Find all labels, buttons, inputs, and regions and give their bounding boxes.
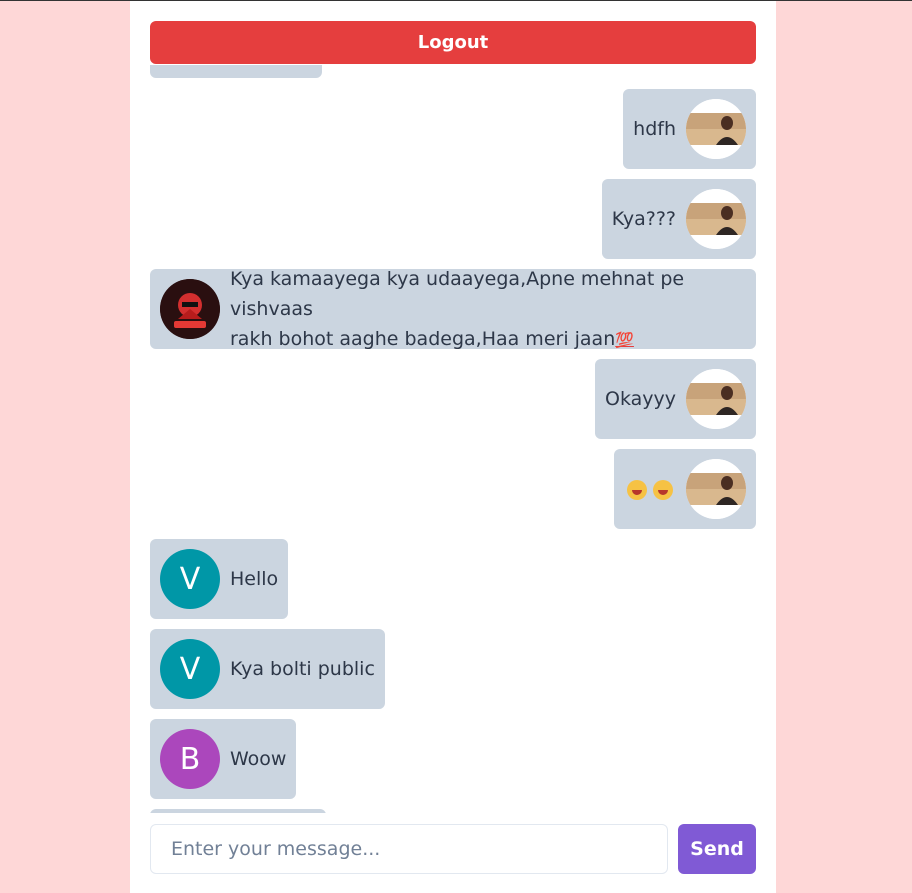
send-button[interactable]: Send (678, 824, 756, 874)
laughing-tears-emoji-icon (653, 479, 673, 500)
letter-avatar: B (160, 729, 220, 789)
chat-panel: Logout hdfh Kya??? Kya kamaayega kya uda… (130, 1, 776, 893)
user-avatar (686, 99, 746, 159)
message-text: Woow (230, 748, 287, 770)
message-line: Kya kamaayega kya udaayega,Apne mehnat p… (230, 267, 685, 320)
message-input[interactable] (150, 824, 668, 874)
message-text: Okayyy (605, 388, 676, 410)
gamer-logo-icon (160, 279, 220, 339)
message-text: Kya kamaayega kya udaayega,Apne mehnat p… (230, 264, 746, 355)
message-bubble: V Kya bolti public (150, 629, 385, 709)
user-photo-icon (686, 459, 746, 519)
user-photo-icon (686, 369, 746, 429)
message-text: hdfh (633, 118, 676, 140)
user-avatar (686, 459, 746, 519)
message-text: Kya??? (611, 208, 676, 230)
message-line: rakh bohot aaghe badega,Haa meri jaan (230, 327, 616, 350)
composer: Send (150, 824, 756, 874)
message-bubble: hdfh (623, 89, 756, 169)
partial-message (150, 809, 326, 813)
user-photo-icon (686, 99, 746, 159)
message-line-2: rakh bohot aaghe badega,Haa meri jaan💯 (230, 324, 746, 355)
laughing-tears-emoji-icon (627, 479, 647, 500)
letter-avatar: V (160, 549, 220, 609)
letter-avatar: V (160, 639, 220, 699)
hundred-emoji-icon: 💯 (615, 330, 634, 349)
message-text: Kya bolti public (230, 658, 375, 680)
partial-message (150, 65, 322, 78)
user-avatar (686, 369, 746, 429)
message-list[interactable]: hdfh Kya??? Kya kamaayega kya udaayega,A… (150, 65, 756, 813)
message-text (624, 474, 676, 504)
message-bubble: Kya kamaayega kya udaayega,Apne mehnat p… (150, 268, 756, 350)
logout-button[interactable]: Logout (150, 21, 756, 64)
message-bubble (614, 449, 756, 529)
message-bubble: Okayyy (595, 359, 756, 439)
message-text: Hello (230, 568, 279, 590)
message-bubble: B Woow (150, 719, 297, 799)
user-avatar (686, 189, 746, 249)
message-bubble: Kya??? (601, 179, 756, 259)
user-photo-icon (686, 189, 746, 249)
gamer-avatar (160, 279, 220, 339)
message-bubble: V Hello (150, 539, 289, 619)
